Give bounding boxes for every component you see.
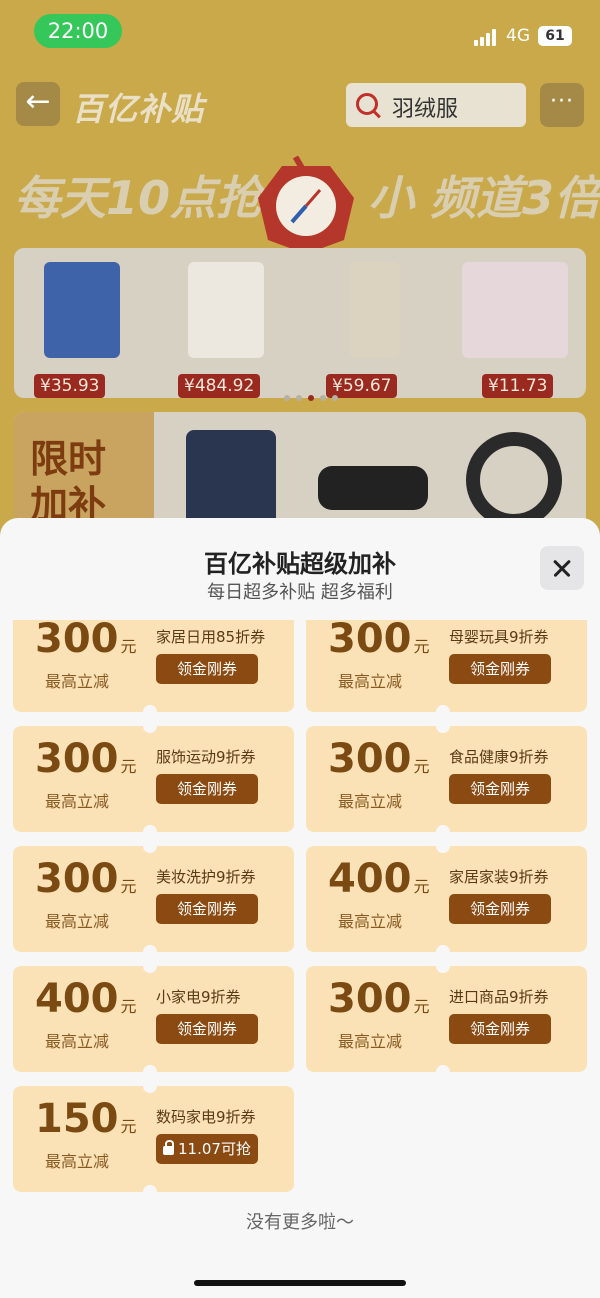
search-text: 羽绒服	[392, 97, 459, 122]
coupon-name: 家居家装9折券	[449, 868, 549, 886]
coupon-desc: 最高立减	[338, 672, 403, 691]
claim-button[interactable]: 领金刚券	[156, 654, 258, 684]
claim-button[interactable]: 领金刚券	[449, 654, 551, 684]
product-price: ¥35.93	[34, 374, 106, 398]
more-button[interactable]: ···	[540, 83, 584, 127]
network-type: 4G	[506, 26, 530, 46]
product-card[interactable]: ¥11.73	[460, 262, 568, 398]
flash-subsidy-section[interactable]: 限时 加补	[14, 412, 586, 532]
coupon-amount: 300 元	[328, 620, 430, 662]
claim-button[interactable]: 领金刚券	[156, 894, 258, 924]
claim-button[interactable]: 领金刚券	[449, 894, 551, 924]
sheet-title: 百亿补贴超级加补	[204, 550, 396, 578]
coupon-name: 服饰运动9折券	[156, 748, 256, 766]
coupon-card[interactable]: 300 元 最高立减 母婴玩具9折券 领金刚券	[306, 620, 587, 719]
product-card[interactable]: ¥484.92	[172, 262, 280, 398]
product-image	[44, 262, 120, 358]
nav-bar: ← 百亿补贴 羽绒服 ···	[0, 80, 600, 130]
coupon-desc: 最高立减	[338, 1032, 403, 1051]
coupon-card[interactable]: 300 元 最高立减 美妆洗护9折券 领金刚券	[13, 839, 294, 959]
product-image	[462, 262, 568, 358]
search-icon	[356, 93, 378, 115]
product-image	[318, 466, 428, 510]
coupon-sheet: 百亿补贴超级加补 每日超多补贴 超多福利 300 元 最高立减 家居日用85折券 …	[0, 518, 600, 1298]
product-image	[350, 262, 400, 358]
claim-button[interactable]: 领金刚券	[449, 774, 551, 804]
coupon-card[interactable]: 300 元 最高立减 食品健康9折券 领金刚券	[306, 719, 587, 839]
coupon-name: 母婴玩具9折券	[449, 628, 549, 646]
lock-icon	[163, 1140, 175, 1155]
banner-text-left: 每天10点抢	[14, 171, 263, 225]
coupon-name: 美妆洗护9折券	[156, 868, 256, 886]
clock-icon	[258, 156, 354, 254]
carousel-dots	[284, 386, 344, 405]
banner-text-right: 小 频道3倍	[368, 171, 600, 225]
coupon-amount: 400 元	[328, 856, 430, 902]
coupon-amount: 300 元	[35, 736, 137, 782]
product-image	[188, 262, 264, 358]
coupon-name: 数码家电9折券	[156, 1108, 256, 1126]
product-carousel[interactable]: ¥35.93 ¥484.92 ¥59.67 ¥11.73	[14, 248, 586, 401]
coupon-desc: 最高立减	[45, 1032, 110, 1051]
product-image	[186, 430, 276, 530]
claim-button[interactable]: 领金刚券	[156, 774, 258, 804]
coupon-name: 小家电9折券	[156, 988, 241, 1006]
coupon-amount: 300 元	[35, 620, 137, 662]
product-card[interactable]: ¥35.93	[28, 262, 136, 398]
coupon-desc: 最高立减	[45, 912, 110, 931]
coupon-desc: 最高立减	[338, 792, 403, 811]
coupon-card[interactable]: 300 元 最高立减 进口商品9折券 领金刚券	[306, 959, 587, 1079]
close-button[interactable]	[540, 546, 584, 590]
claim-button[interactable]: 领金刚券	[156, 1014, 258, 1044]
locked-claim-button: 11.07可抢	[156, 1134, 258, 1164]
product-price: ¥11.73	[482, 374, 554, 398]
home-indicator[interactable]	[194, 1280, 406, 1286]
list-end-text: 没有更多啦～	[246, 1212, 354, 1233]
claim-button[interactable]: 领金刚券	[449, 1014, 551, 1044]
search-box[interactable]: 羽绒服	[346, 83, 526, 127]
coupon-desc: 最高立减	[45, 1152, 110, 1171]
coupon-name: 食品健康9折券	[449, 748, 549, 766]
coupon-card[interactable]: 300 元 最高立减 服饰运动9折券 领金刚券	[13, 719, 294, 839]
coupon-list[interactable]: 300 元 最高立减 家居日用85折券 领金刚券 300 元 最高立减 母婴玩具9折…	[0, 620, 600, 1200]
product-price: ¥484.92	[178, 374, 261, 398]
coupon-desc: 最高立减	[45, 672, 110, 691]
status-time: 22:00	[34, 14, 122, 48]
coupon-amount: 400 元	[35, 976, 137, 1022]
sheet-subtitle: 每日超多补贴 超多福利	[207, 582, 393, 603]
product-card[interactable]: ¥59.67	[320, 262, 428, 398]
flash-tag: 限时 加补	[14, 412, 154, 532]
coupon-amount: 150 元	[35, 1096, 137, 1142]
page-title: 百亿补贴	[72, 90, 205, 128]
status-bar: 22:00 4G 61	[0, 0, 600, 62]
coupon-card[interactable]: 150 元 最高立减 数码家电9折券 11.07可抢	[13, 1079, 294, 1199]
coupon-card[interactable]: 400 元 最高立减 家居家装9折券 领金刚券	[306, 839, 587, 959]
coupon-name: 进口商品9折券	[449, 988, 549, 1006]
coupon-card[interactable]: 300 元 最高立减 家居日用85折券 领金刚券	[13, 620, 294, 719]
coupon-name: 家居日用85折券	[156, 628, 266, 646]
coupon-card[interactable]: 400 元 最高立减 小家电9折券 领金刚券	[13, 959, 294, 1079]
product-image	[466, 432, 562, 528]
coupon-amount: 300 元	[35, 856, 137, 902]
signal-icon	[474, 28, 500, 46]
coupon-amount: 300 元	[328, 736, 430, 782]
coupon-desc: 最高立减	[45, 792, 110, 811]
battery-icon: 61	[538, 26, 572, 46]
back-button[interactable]: ←	[16, 82, 60, 126]
coupon-amount: 300 元	[328, 976, 430, 1022]
coupon-desc: 最高立减	[338, 912, 403, 931]
